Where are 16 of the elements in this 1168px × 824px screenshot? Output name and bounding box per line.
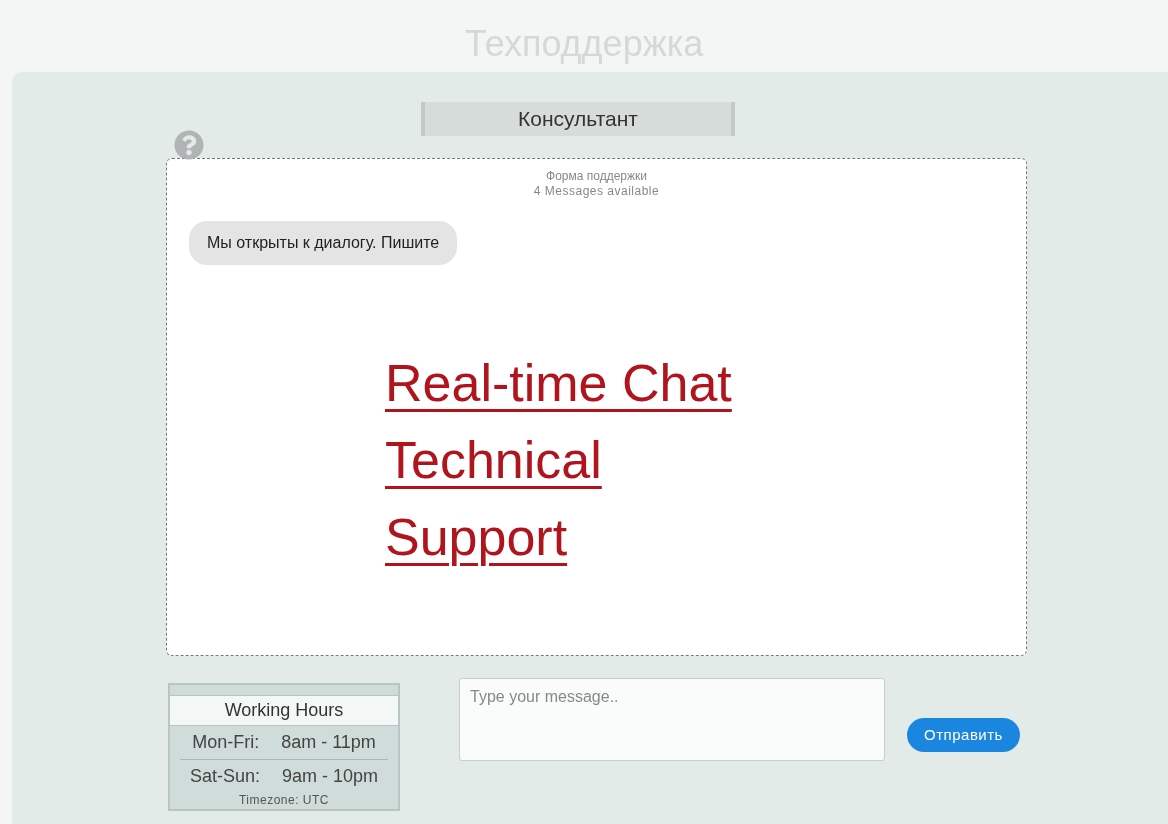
hours-value: 9am - 10pm	[282, 765, 379, 788]
message-bubble: Мы открыты к диалогу. Пишите	[189, 221, 458, 265]
hours-value: 8am - 11pm	[281, 731, 376, 754]
working-hours-title: Working Hours	[170, 695, 398, 726]
days-label: Mon-Fri:	[192, 731, 260, 754]
timezone-label: Timezone: UTC	[237, 793, 331, 809]
messages-available: 4 Messages available	[533, 184, 660, 199]
message-field[interactable]: Type your message..	[459, 678, 885, 761]
help-icon[interactable]	[174, 130, 204, 160]
caption-text: Support	[385, 507, 568, 568]
caption-text: Real-time Chat	[385, 353, 732, 414]
send-button[interactable]: Отправить	[907, 718, 1020, 752]
caption-text: Technical	[385, 430, 602, 491]
form-title: Форма поддержки	[546, 169, 647, 184]
consultant-header: Консультант	[421, 102, 735, 136]
days-label: Sat-Sun:	[189, 765, 260, 788]
